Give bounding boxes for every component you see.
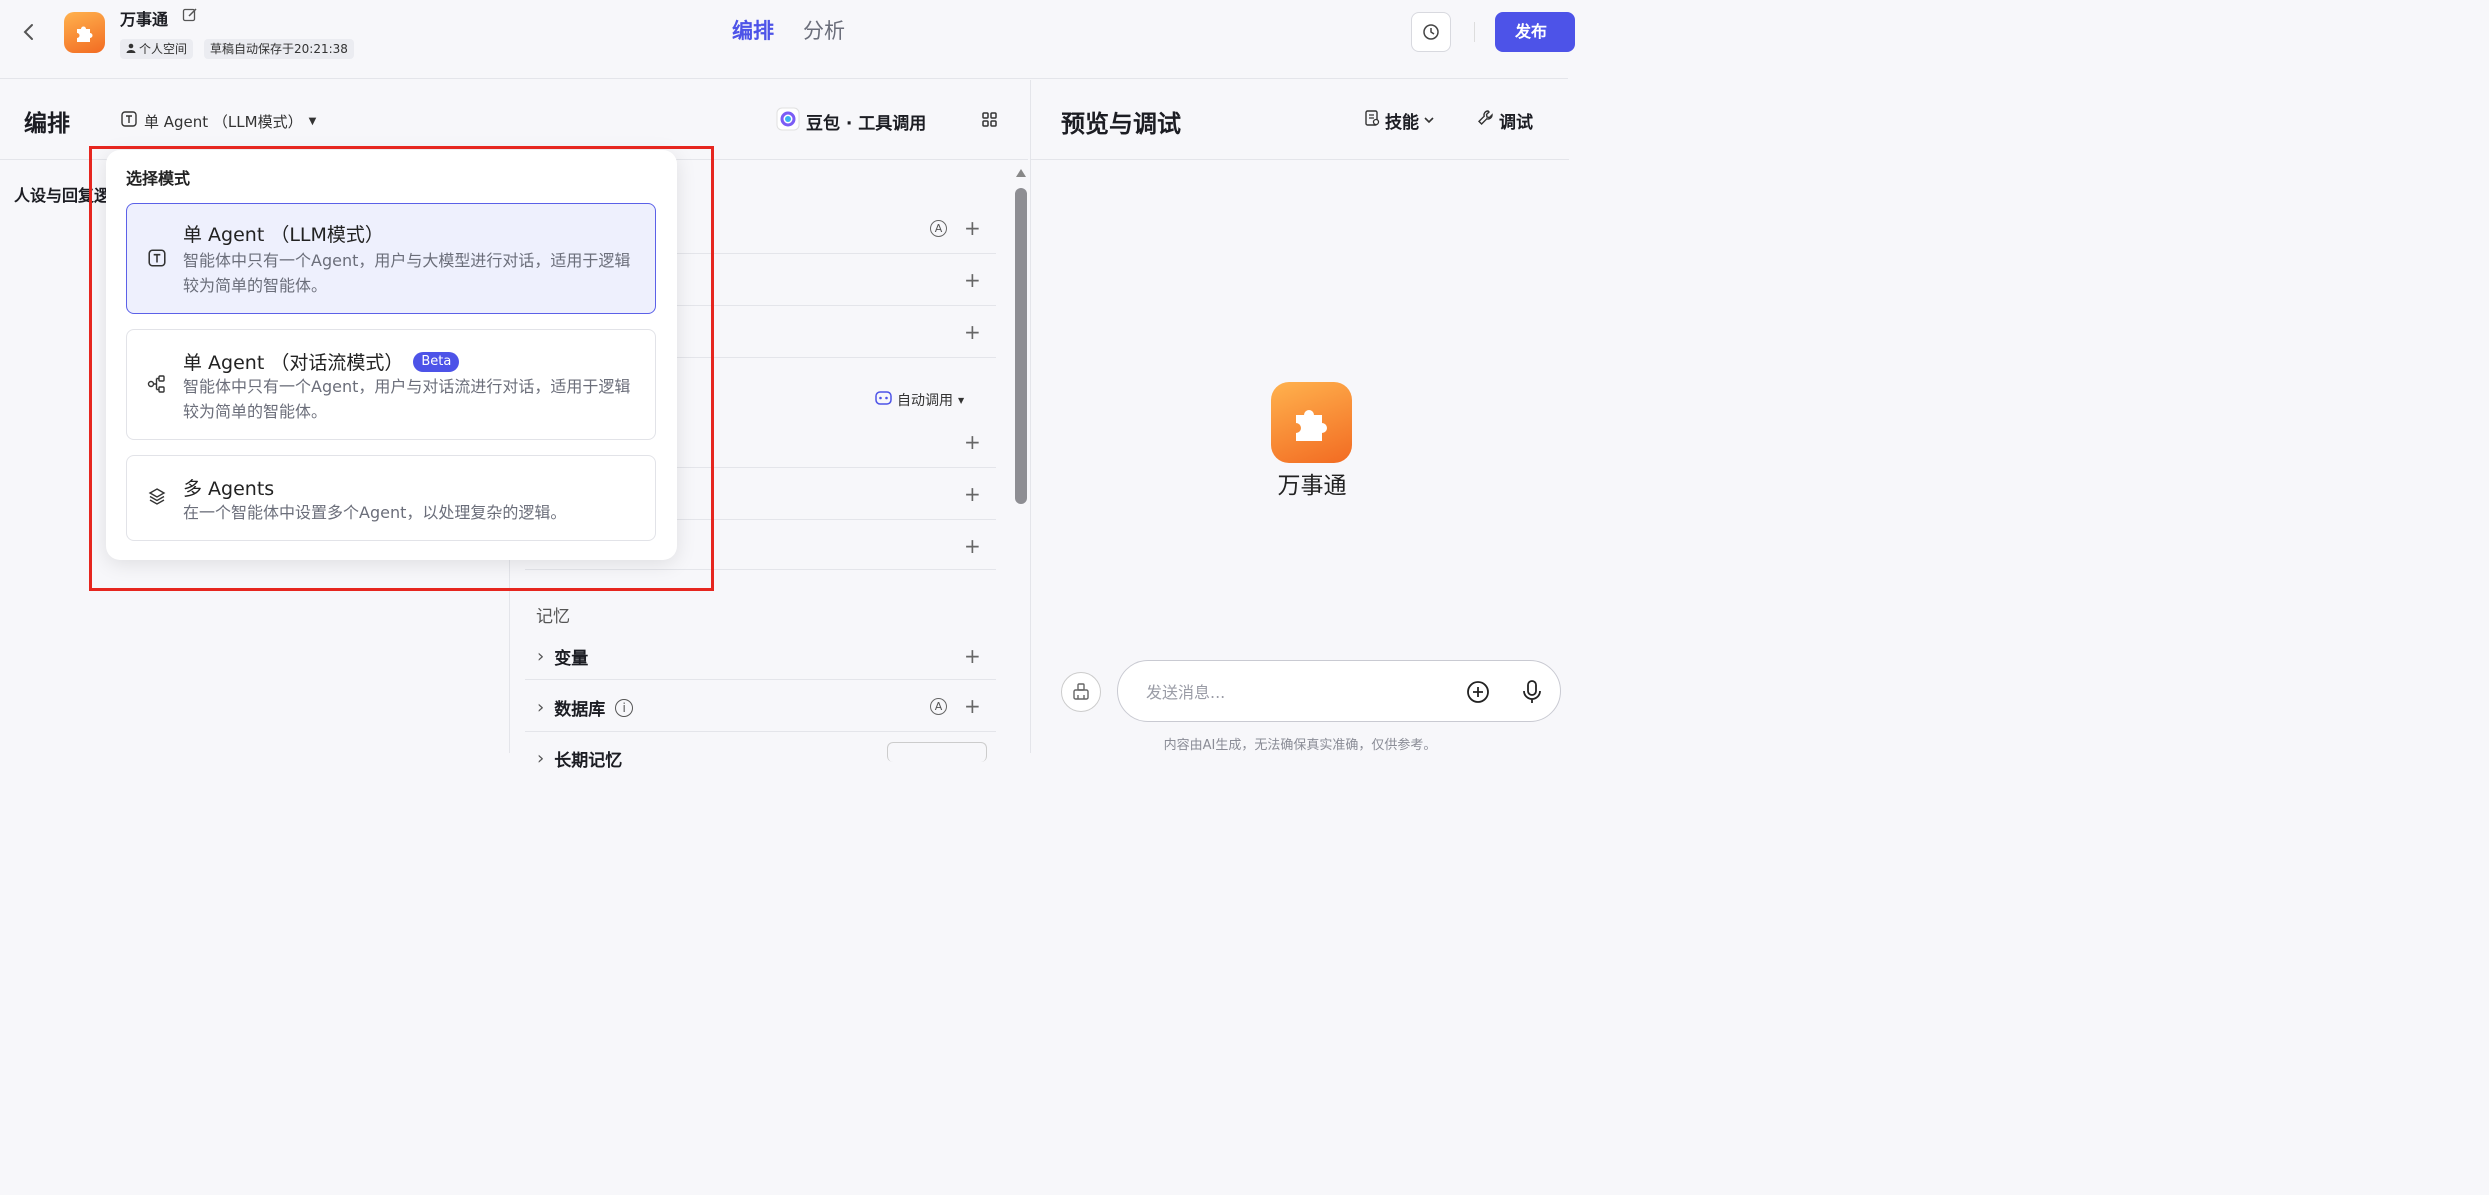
- memory-item-label: 长期记忆: [554, 751, 623, 771]
- preview-header: 预览与调试 技能 调试: [1031, 80, 1569, 160]
- puzzle-icon: [76, 26, 92, 42]
- autosave-label: 草稿自动保存于20:21:38: [210, 42, 348, 56]
- memory-row[interactable]: +: [525, 630, 996, 680]
- agent-mode-icon: [120, 110, 138, 132]
- plus-icon[interactable]: +: [964, 696, 981, 716]
- publish-button[interactable]: 发布: [1495, 12, 1575, 52]
- plus-icon[interactable]: +: [964, 646, 981, 666]
- puzzle-icon: [1295, 409, 1327, 441]
- bot-avatar: [1271, 382, 1352, 463]
- dropdown-heading: 选择模式: [126, 169, 191, 188]
- top-bar: 万事通 个人空间 草稿自动保存于20:21:38 编排 分析 发布: [0, 0, 1575, 79]
- mode-option-single-llm[interactable]: 单 Agent （LLM模式） 智能体中只有一个Agent，用户与大模型进行对话…: [126, 203, 656, 314]
- skill-button[interactable]: 技能: [1363, 108, 1435, 133]
- memory-section-title: 记忆: [536, 607, 570, 627]
- memory-item-label: 变量: [554, 649, 589, 669]
- plus-icon[interactable]: +: [964, 270, 981, 290]
- microphone-icon[interactable]: [1520, 679, 1544, 705]
- long-term-memory-toggle[interactable]: [887, 742, 987, 762]
- plus-icon[interactable]: +: [964, 218, 981, 238]
- option-title: 多 Agents: [183, 478, 275, 500]
- mode-option-single-workflow[interactable]: 单 Agent （对话流模式） Beta 智能体中只有一个Agent，用户与对话…: [126, 329, 656, 440]
- plus-icon[interactable]: +: [964, 322, 981, 342]
- memory-item-variables[interactable]: › 变量: [537, 644, 588, 669]
- ai-disclaimer: 内容由AI生成，无法确保真实准确，仅供参考。: [1163, 738, 1437, 753]
- memory-item-label: 数据库: [554, 700, 606, 720]
- skill-doc-icon: [1363, 109, 1381, 132]
- mode-select-label: 单 Agent （LLM模式）: [144, 112, 303, 131]
- option-title: 单 Agent （LLM模式）: [183, 224, 384, 246]
- tab-analysis[interactable]: 分析: [803, 16, 845, 46]
- space-tag: 个人空间: [120, 39, 194, 59]
- memory-item-database[interactable]: › 数据库 i: [537, 695, 634, 720]
- chevron-right-icon: ›: [537, 748, 545, 769]
- auto-badge-icon: A: [930, 220, 947, 237]
- auto-badge-icon: A: [930, 698, 947, 715]
- workflow-icon: [147, 374, 167, 394]
- agent-mode-icon: [147, 248, 167, 268]
- doubao-logo-icon: [776, 107, 800, 136]
- editor-title: 编排: [24, 111, 70, 137]
- plus-icon[interactable]: +: [964, 536, 981, 556]
- editor-header: 编排 单 Agent （LLM模式） ▼ 豆包 · 工具调用: [0, 80, 1028, 160]
- debug-button[interactable]: 调试: [1477, 108, 1533, 133]
- option-desc: 在一个智能体中设置多个Agent，以处理复杂的逻辑。: [183, 503, 567, 522]
- app-title: 万事通: [120, 10, 169, 29]
- preview-panel: 预览与调试 技能 调试 万事通 发送消息... 内容由AI生成，无法确保真实准确…: [1030, 80, 1569, 753]
- option-title: 单 Agent （对话流模式）: [183, 352, 404, 374]
- scroll-up-arrow-icon[interactable]: [1016, 169, 1026, 177]
- divider: [1474, 22, 1475, 42]
- clear-context-button[interactable]: [1061, 672, 1101, 712]
- history-icon: [1423, 24, 1439, 40]
- option-desc: 智能体中只有一个Agent，用户与大模型进行对话，适用于逻辑较为简单的智能体。: [183, 251, 631, 295]
- back-icon[interactable]: [18, 20, 40, 44]
- autosave-tag: 草稿自动保存于20:21:38: [204, 39, 354, 59]
- message-input[interactable]: [1146, 679, 1446, 705]
- scrollbar-thumb[interactable]: [1015, 188, 1027, 504]
- space-tag-label: 个人空间: [139, 42, 188, 56]
- preview-title: 预览与调试: [1061, 110, 1181, 138]
- auto-call-select[interactable]: 自动调用 ▼: [875, 390, 964, 410]
- layout-grid-icon[interactable]: [980, 110, 1000, 130]
- wrench-icon: [1477, 109, 1495, 132]
- plus-icon[interactable]: +: [964, 432, 981, 452]
- bot-icon: [875, 391, 892, 409]
- user-icon: [126, 39, 136, 59]
- option-title-row: 单 Agent （对话流模式） Beta: [183, 348, 460, 375]
- debug-label: 调试: [1499, 113, 1533, 133]
- mode-select[interactable]: 单 Agent （LLM模式） ▼: [120, 110, 316, 132]
- skill-label: 技能: [1385, 113, 1419, 133]
- caret-down-icon: ▼: [308, 115, 317, 127]
- memory-item-long-term[interactable]: › 长期记忆: [537, 746, 622, 771]
- history-button[interactable]: [1411, 12, 1451, 52]
- caret-down-icon: ▼: [958, 395, 965, 405]
- auto-call-label: 自动调用: [897, 393, 953, 409]
- mode-dropdown: 选择模式 单 Agent （LLM模式） 智能体中只有一个Agent，用户与大模…: [106, 150, 677, 560]
- chevron-down-icon: [1423, 111, 1435, 131]
- edit-icon[interactable]: [182, 7, 198, 23]
- chevron-right-icon: ›: [537, 697, 545, 718]
- option-desc: 智能体中只有一个Agent，用户与对话流进行对话，适用于逻辑较为简单的智能体。: [183, 377, 631, 421]
- app-avatar[interactable]: [64, 12, 105, 53]
- add-attachment-icon[interactable]: [1466, 680, 1490, 704]
- model-select[interactable]: 豆包 · 工具调用: [776, 107, 926, 136]
- info-icon[interactable]: i: [615, 698, 634, 717]
- bot-name: 万事通: [1277, 473, 1347, 499]
- tab-arrange[interactable]: 编排: [732, 16, 774, 46]
- model-select-label: 豆包 · 工具调用: [806, 114, 927, 134]
- mode-option-multi-agents[interactable]: 多 Agents 在一个智能体中设置多个Agent，以处理复杂的逻辑。: [126, 455, 656, 541]
- chevron-right-icon: ›: [537, 646, 545, 667]
- broom-icon: [1073, 683, 1089, 700]
- plus-icon[interactable]: +: [964, 484, 981, 504]
- beta-badge: Beta: [413, 351, 460, 372]
- chat-input-box[interactable]: [1117, 660, 1561, 722]
- layers-icon: [147, 486, 167, 506]
